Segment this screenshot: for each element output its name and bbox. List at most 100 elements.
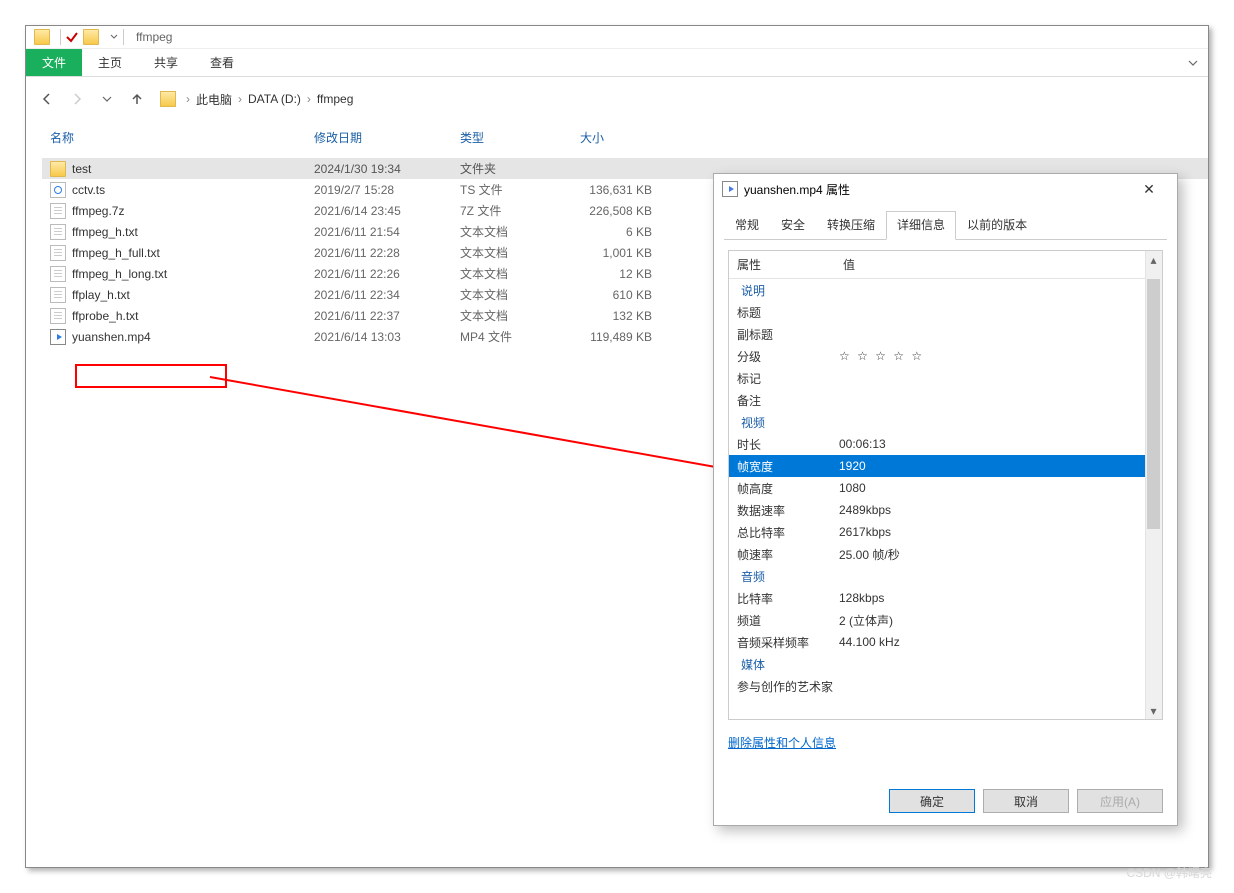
highlight-annotation (75, 364, 227, 388)
ribbon-tabs: 文件 主页 共享 查看 (26, 49, 1208, 77)
chevron-right-icon[interactable]: › (234, 92, 246, 106)
detail-row[interactable]: 时长00:06:13 (729, 433, 1162, 455)
header-property[interactable]: 属性 (729, 251, 835, 278)
section-video: 视频 (729, 414, 835, 431)
scrollbar[interactable]: ▴ ▾ (1145, 251, 1162, 719)
column-modified[interactable]: 修改日期 (306, 125, 452, 154)
properties-tabs: 常规 安全 转换压缩 详细信息 以前的版本 (724, 210, 1167, 240)
video-icon (722, 181, 738, 197)
dialog-titlebar: yuanshen.mp4 属性 ✕ (714, 174, 1177, 204)
explorer-window: ffmpeg 文件 主页 共享 查看 › 此电脑 › DATA (D:) (25, 25, 1209, 868)
column-type[interactable]: 类型 (452, 125, 572, 154)
scroll-down-icon[interactable]: ▾ (1145, 702, 1162, 719)
detail-row[interactable]: 备注 (729, 389, 1162, 411)
detail-row[interactable]: 副标题 (729, 323, 1162, 345)
section-media: 媒体 (729, 656, 835, 673)
divider (60, 29, 61, 45)
file-size: 12 KB (572, 267, 672, 281)
header-value[interactable]: 值 (835, 251, 1162, 278)
chevron-down-icon[interactable] (109, 32, 119, 42)
column-name[interactable]: 名称 (42, 125, 306, 154)
scroll-up-icon[interactable]: ▴ (1145, 251, 1162, 268)
file-name: ffmpeg_h_long.txt (72, 267, 167, 281)
file-size: 610 KB (572, 288, 672, 302)
video-icon (50, 329, 66, 345)
file-icon (50, 308, 66, 324)
file-icon (50, 287, 66, 303)
nav-forward-button[interactable] (66, 88, 88, 110)
breadcrumb-item[interactable]: DATA (D:) (246, 92, 303, 106)
apply-button[interactable]: 应用(A) (1077, 789, 1163, 813)
detail-row[interactable]: 标记 (729, 367, 1162, 389)
breadcrumb-item[interactable]: 此电脑 (194, 91, 234, 108)
file-name: test (72, 162, 91, 176)
file-date: 2021/6/11 22:26 (306, 267, 452, 281)
file-size: 6 KB (572, 225, 672, 239)
tab-previous[interactable]: 以前的版本 (956, 211, 1038, 240)
tab-compress[interactable]: 转换压缩 (816, 211, 886, 240)
nav-recent-button[interactable] (96, 88, 118, 110)
ribbon-tab-view[interactable]: 查看 (194, 49, 250, 76)
file-date: 2024/1/30 19:34 (306, 162, 452, 176)
arrow-annotation (206, 371, 766, 491)
ok-button[interactable]: 确定 (889, 789, 975, 813)
file-type: 文本文档 (452, 286, 572, 303)
tab-general[interactable]: 常规 (724, 211, 770, 240)
detail-row[interactable]: 频道2 (立体声) (729, 609, 1162, 631)
detail-row[interactable]: 数据速率2489kbps (729, 499, 1162, 521)
rating-stars[interactable]: ☆ ☆ ☆ ☆ ☆ (835, 349, 1162, 363)
file-icon (50, 245, 66, 261)
file-name: cctv.ts (72, 183, 105, 197)
ribbon-tab-share[interactable]: 共享 (138, 49, 194, 76)
folder-icon (50, 161, 66, 177)
file-size: 132 KB (572, 309, 672, 323)
file-type: MP4 文件 (452, 328, 572, 345)
column-headers: 名称 修改日期 类型 大小 (42, 121, 1208, 158)
cancel-button[interactable]: 取消 (983, 789, 1069, 813)
folder-icon (160, 91, 176, 107)
file-date: 2019/2/7 15:28 (306, 183, 452, 197)
watermark-text: CSDN @韩曙亮 (1126, 864, 1212, 881)
detail-row[interactable]: 帧高度1080 (729, 477, 1162, 499)
ribbon-tab-home[interactable]: 主页 (82, 49, 138, 76)
breadcrumb-item[interactable]: ffmpeg (315, 92, 355, 106)
detail-row[interactable]: 分级☆ ☆ ☆ ☆ ☆ (729, 345, 1162, 367)
details-header: 属性 值 (729, 251, 1162, 279)
address-bar: › 此电脑 › DATA (D:) › ffmpeg (26, 85, 1208, 113)
detail-row[interactable]: 参与创作的艺术家 (729, 675, 1162, 697)
detail-row[interactable]: 帧速率25.00 帧/秒 (729, 543, 1162, 565)
dialog-title: yuanshen.mp4 属性 (744, 181, 850, 198)
detail-row[interactable]: 音频采样频率44.100 kHz (729, 631, 1162, 653)
detail-row[interactable]: 标题 (729, 301, 1162, 323)
file-date: 2021/6/11 22:37 (306, 309, 452, 323)
nav-up-button[interactable] (126, 88, 148, 110)
ribbon-tab-file[interactable]: 文件 (26, 49, 82, 76)
tab-details[interactable]: 详细信息 (886, 211, 956, 240)
window-title: ffmpeg (136, 30, 172, 44)
file-size: 136,631 KB (572, 183, 672, 197)
properties-dialog: yuanshen.mp4 属性 ✕ 常规 安全 转换压缩 详细信息 以前的版本 … (713, 173, 1178, 826)
scrollbar-thumb[interactable] (1147, 279, 1160, 529)
file-name: ffprobe_h.txt (72, 309, 139, 323)
checkmark-icon[interactable] (65, 30, 79, 44)
chevron-right-icon[interactable]: › (182, 92, 194, 106)
detail-row[interactable]: 比特率128kbps (729, 587, 1162, 609)
close-button[interactable]: ✕ (1129, 181, 1169, 198)
breadcrumb[interactable]: › 此电脑 › DATA (D:) › ffmpeg (156, 88, 359, 110)
detail-row-selected[interactable]: 帧宽度1920 (729, 455, 1162, 477)
tab-security[interactable]: 安全 (770, 211, 816, 240)
section-description: 说明 (729, 282, 835, 299)
file-icon (50, 203, 66, 219)
remove-properties-link[interactable]: 删除属性和个人信息 (728, 734, 836, 751)
details-rows: 说明 标题 副标题 分级☆ ☆ ☆ ☆ ☆ 标记 备注 视频 时长00:06:1… (729, 279, 1162, 697)
column-size[interactable]: 大小 (572, 125, 672, 154)
chevron-right-icon[interactable]: › (303, 92, 315, 106)
nav-back-button[interactable] (36, 88, 58, 110)
detail-row[interactable]: 总比特率2617kbps (729, 521, 1162, 543)
dialog-buttons: 确定 取消 应用(A) (889, 789, 1163, 813)
folder-icon (34, 29, 50, 45)
chevron-down-icon[interactable] (1178, 49, 1208, 76)
file-type: TS 文件 (452, 181, 572, 198)
titlebar: ffmpeg (26, 26, 1208, 49)
file-name: ffmpeg_h.txt (72, 225, 138, 239)
